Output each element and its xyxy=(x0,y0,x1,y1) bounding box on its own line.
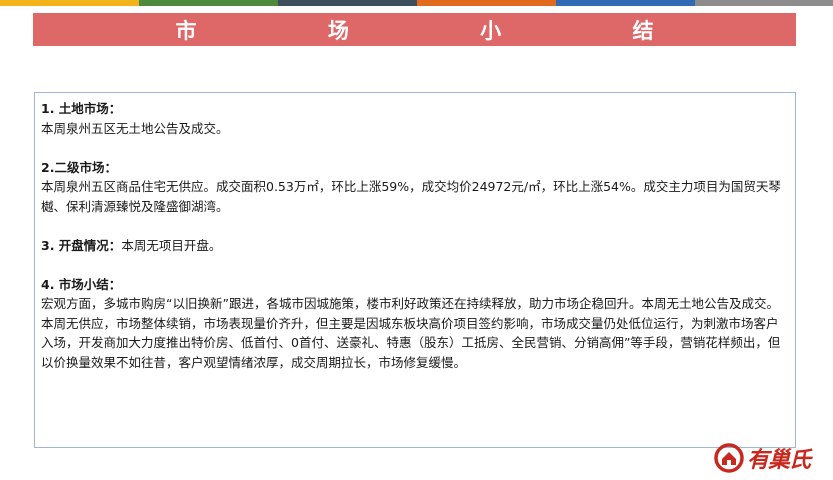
section-heading: 3. 开盘情况： xyxy=(41,237,122,253)
top-bar-segment xyxy=(139,0,278,6)
top-bar-segment xyxy=(417,0,556,6)
section-heading: 2.二级市场： xyxy=(41,159,117,175)
house-circle-logo-icon xyxy=(714,443,744,473)
section-body: 宏观方面，多城市购房“以旧换新”跟进，各城市因城施策，楼市利好政策还在持续释放，… xyxy=(41,296,781,370)
section-market-summary: 4. 市场小结： 宏观方面，多城市购房“以旧换新”跟进，各城市因城施策，楼市利好… xyxy=(41,275,789,373)
section-opening: 3. 开盘情况：本周无项目开盘。 xyxy=(41,236,789,256)
section-secondary-market: 2.二级市场： 本周泉州五区商品住宅无供应。成交面积0.53万㎡，环比上涨59%… xyxy=(41,158,789,217)
section-heading: 1. 土地市场： xyxy=(41,101,122,116)
section-heading: 4. 市场小结： xyxy=(41,276,122,292)
section-body: 本周无项目开盘。 xyxy=(121,237,222,253)
company-logo: 有巢氏 xyxy=(713,440,828,476)
section-body: 本周泉州五区无土地公告及成交。 xyxy=(41,120,229,136)
top-bar-segment xyxy=(278,0,417,6)
top-bar-segment xyxy=(0,0,139,6)
title-banner: 市 场 小 结 xyxy=(33,13,796,46)
section-land-market: 1. 土地市场： 本周泉州五区无土地公告及成交。 xyxy=(41,99,789,138)
summary-box: 1. 土地市场： 本周泉州五区无土地公告及成交。 2.二级市场： 本周泉州五区商… xyxy=(34,92,796,448)
section-body: 本周泉州五区商品住宅无供应。成交面积0.53万㎡，环比上涨59%，成交均价249… xyxy=(41,179,781,214)
top-bar-segment xyxy=(556,0,695,6)
top-bar-segment xyxy=(695,0,833,6)
logo-text: 有巢氏 xyxy=(747,448,811,473)
top-color-bar xyxy=(0,0,833,6)
page-title: 市 场 小 结 xyxy=(175,18,716,43)
